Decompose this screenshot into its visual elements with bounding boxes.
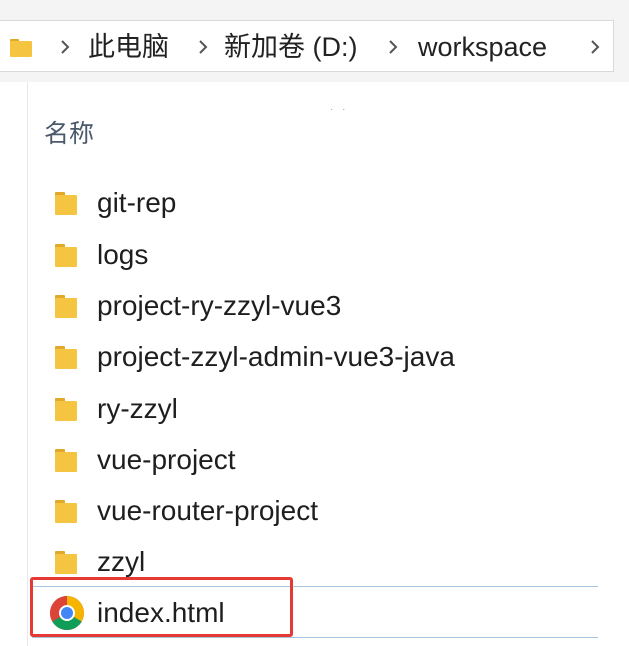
list-item-label: zzyl — [97, 546, 146, 577]
list-item[interactable]: logs — [32, 229, 598, 281]
list-item[interactable]: project-ry-zzyl-vue3 — [32, 280, 598, 332]
list-item-label: project-zzyl-admin-vue3-java — [97, 341, 455, 372]
folder-icon — [10, 39, 32, 57]
list-item-label: vue-project — [97, 444, 236, 475]
column-header-name[interactable]: 名称 — [44, 114, 94, 150]
folder-icon — [55, 398, 77, 421]
folder-icon — [55, 192, 77, 215]
folder-icon — [55, 551, 77, 574]
chevron-right-icon[interactable] — [386, 36, 400, 58]
folder-icon — [55, 449, 77, 472]
address-bar[interactable]: 此电脑 新加卷 (D:) workspace — [0, 20, 614, 72]
breadcrumb-workspace[interactable]: workspace — [418, 32, 547, 62]
list-item[interactable]: git-rep — [32, 177, 598, 229]
breadcrumb-drive-d[interactable]: 新加卷 (D:) — [224, 32, 357, 62]
list-item-label: vue-router-project — [97, 495, 318, 526]
list-item-label: project-ry-zzyl-vue3 — [97, 290, 342, 321]
list-item-label: ry-zzyl — [97, 393, 178, 424]
folder-icon — [55, 244, 77, 267]
list-item[interactable]: vue-project — [32, 434, 598, 486]
folder-icon — [55, 295, 77, 318]
breadcrumb-this-pc[interactable]: 此电脑 — [88, 32, 169, 62]
chevron-right-icon[interactable] — [588, 36, 602, 58]
resize-grip[interactable]: · · — [330, 104, 348, 115]
pane-divider — [27, 82, 28, 646]
annotation-highlight-box — [30, 577, 293, 637]
chevron-right-icon[interactable] — [58, 36, 72, 58]
folder-icon — [55, 500, 77, 523]
list-item-label: logs — [97, 239, 149, 270]
folder-icon — [55, 346, 77, 369]
list-item[interactable]: vue-router-project — [32, 485, 598, 537]
list-item-label: git-rep — [97, 187, 177, 218]
chevron-right-icon[interactable] — [196, 36, 210, 58]
list-item[interactable]: ry-zzyl — [32, 383, 598, 435]
list-item[interactable]: project-zzyl-admin-vue3-java — [32, 331, 598, 383]
